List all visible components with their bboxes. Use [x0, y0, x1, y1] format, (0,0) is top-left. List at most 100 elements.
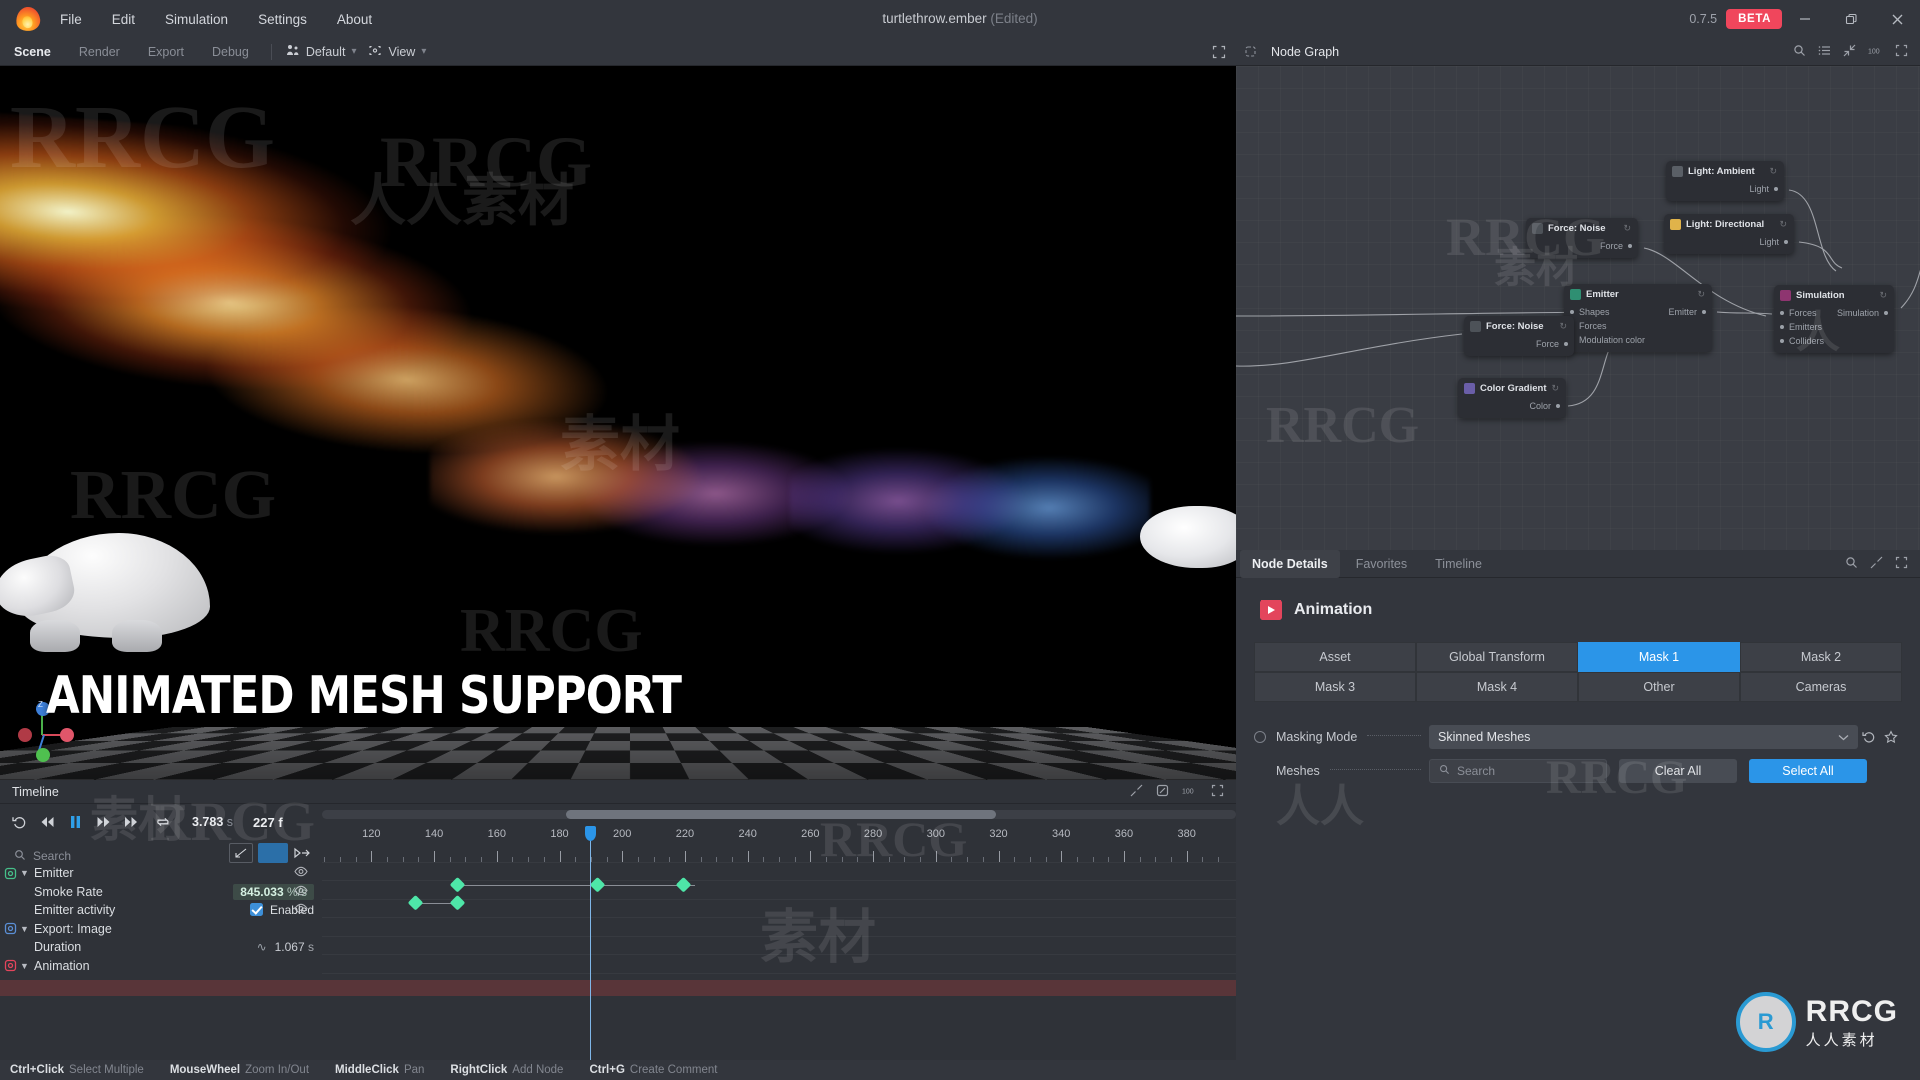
node-graph-canvas[interactable]: Light: Ambient ↻ Light Force: Noise ↻ Force Li…	[1236, 66, 1920, 550]
fullscreen-icon[interactable]	[1895, 44, 1908, 60]
node-refresh-icon[interactable]: ↻	[1779, 219, 1787, 230]
output-pin[interactable]	[1774, 187, 1778, 191]
menu-about[interactable]: About	[335, 9, 374, 30]
tab-favorites[interactable]: Favorites	[1344, 550, 1419, 578]
reset-icon[interactable]	[6, 810, 32, 834]
menu-edit[interactable]: Edit	[110, 9, 137, 30]
keyframe-tool-icon[interactable]	[229, 843, 253, 863]
clear-all-button[interactable]: Clear All	[1619, 759, 1737, 783]
list-icon[interactable]	[1818, 44, 1831, 60]
visibility-icon[interactable]	[294, 885, 308, 899]
output-pin[interactable]	[1628, 244, 1632, 248]
graph-node-force_noise_left[interactable]: Force: Noise ↻ Force	[1464, 316, 1574, 356]
chevron-down-icon[interactable]: ▼	[20, 961, 34, 971]
minimize-icon[interactable]	[1782, 0, 1828, 38]
search-icon[interactable]	[1793, 44, 1806, 60]
node-port-row[interactable]: Shapes Emitter	[1564, 305, 1712, 319]
node-port-row[interactable]: Forces	[1564, 319, 1712, 333]
timeline-range-indicator[interactable]	[258, 843, 288, 863]
output-pin[interactable]	[1702, 310, 1706, 314]
node-refresh-icon[interactable]: ↻	[1697, 289, 1705, 300]
input-pin[interactable]	[1570, 310, 1574, 314]
graph-node-color_gradient[interactable]: Color Gradient ↻ Color	[1458, 378, 1566, 418]
graph-node-force_noise_top[interactable]: Force: Noise ↻ Force	[1526, 218, 1638, 258]
viewport-fullscreen-icon[interactable]	[1212, 45, 1226, 59]
node-port-row[interactable]: Light	[1664, 235, 1794, 249]
section-tab-cameras[interactable]: Cameras	[1740, 672, 1902, 702]
fast-forward-icon[interactable]	[118, 810, 144, 834]
chevron-down-icon[interactable]: ▾	[421, 46, 426, 57]
node-refresh-icon[interactable]: ↻	[1769, 166, 1777, 177]
fullscreen-icon[interactable]	[1211, 784, 1224, 800]
menu-simulation[interactable]: Simulation	[163, 9, 230, 30]
node-port-row[interactable]: Emitters	[1774, 320, 1894, 334]
zoom-100-icon[interactable]: 100	[1868, 44, 1883, 60]
node-port-row[interactable]: Colliders	[1774, 334, 1894, 348]
output-pin[interactable]	[1556, 404, 1560, 408]
node-header[interactable]: Light: Ambient ↻	[1666, 161, 1784, 181]
graph-node-light_ambient[interactable]: Light: Ambient ↻ Light	[1666, 161, 1784, 201]
menu-settings[interactable]: Settings	[256, 9, 309, 30]
row-checkbox[interactable]	[249, 903, 263, 916]
search-icon[interactable]	[1845, 556, 1858, 572]
menu-file[interactable]: File	[58, 9, 84, 30]
input-pin[interactable]	[1780, 311, 1784, 315]
section-tab-asset[interactable]: Asset	[1254, 642, 1416, 672]
graph-node-emitter[interactable]: Emitter ↻ Shapes Emitter Forces Modulation co…	[1564, 284, 1712, 352]
timeline-hscrollbar-thumb[interactable]	[566, 810, 996, 819]
row-value[interactable]: ∿ 1.067 s	[257, 940, 314, 954]
curve-icon[interactable]: ∿	[257, 940, 267, 954]
tab-render[interactable]: Render	[65, 38, 134, 66]
node-header[interactable]: Simulation ↻	[1774, 285, 1894, 305]
tab-debug[interactable]: Debug	[198, 38, 263, 66]
node-port-row[interactable]: Force	[1526, 239, 1638, 253]
step-forward-icon[interactable]	[90, 810, 116, 834]
pause-icon[interactable]	[62, 810, 88, 834]
node-port-row[interactable]: Modulation color	[1564, 333, 1712, 347]
node-header[interactable]: Force: Noise ↻	[1526, 218, 1638, 238]
node-header[interactable]: Light: Directional ↻	[1664, 214, 1794, 234]
tab-timeline[interactable]: Timeline	[1423, 550, 1494, 578]
tab-export[interactable]: Export	[134, 38, 198, 66]
node-refresh-icon[interactable]: ↻	[1559, 321, 1567, 332]
node-port-row[interactable]: Force	[1464, 337, 1574, 351]
timeline-ruler[interactable]: 120 140 160 180 200 220 240 260 280 300 320 340 360 3…	[322, 810, 1236, 862]
reset-icon[interactable]	[1858, 726, 1880, 748]
node-refresh-icon[interactable]: ↻	[1552, 383, 1560, 394]
step-back-icon[interactable]	[34, 810, 60, 834]
mesh-search-input[interactable]: Search	[1429, 759, 1607, 783]
chevron-down-icon[interactable]: ▼	[20, 868, 34, 878]
star-icon[interactable]	[1880, 726, 1902, 748]
visibility-icon[interactable]	[294, 903, 308, 917]
close-icon[interactable]	[1874, 0, 1920, 38]
node-port-row[interactable]: Light	[1666, 182, 1784, 196]
node-header[interactable]: Force: Noise ↻	[1464, 316, 1574, 336]
input-pin[interactable]	[1780, 325, 1784, 329]
section-tab-mask-3[interactable]: Mask 3	[1254, 672, 1416, 702]
masking-mode-select[interactable]: Skinned Meshes	[1429, 725, 1858, 749]
section-tab-other[interactable]: Other	[1578, 672, 1740, 702]
viewport-3d[interactable]: Z RRCG RRCG 人人素材 RRCG 素材 RRCG ANIMATED M…	[0, 66, 1236, 780]
restore-icon[interactable]	[1828, 0, 1874, 38]
tab-scene[interactable]: Scene	[0, 38, 65, 66]
chevron-down-icon[interactable]	[1838, 730, 1849, 744]
section-tab-global-transform[interactable]: Global Transform	[1416, 642, 1578, 672]
graph-node-light_directional[interactable]: Light: Directional ↻ Light	[1664, 214, 1794, 254]
tab-node-details[interactable]: Node Details	[1240, 549, 1340, 578]
fullscreen-icon[interactable]	[1895, 556, 1908, 572]
timeline-row[interactable]: ▼ Animation	[0, 955, 322, 977]
graph-node-simulation[interactable]: Simulation ↻ Forces Simulation Emitters Colli…	[1774, 285, 1894, 353]
panel-handle-icon[interactable]	[1244, 45, 1257, 58]
output-pin[interactable]	[1884, 311, 1888, 315]
chevron-down-icon[interactable]: ▾	[351, 46, 356, 57]
zoom-100-icon[interactable]: 100	[1182, 784, 1198, 800]
node-header[interactable]: Emitter ↻	[1564, 284, 1712, 304]
step-to-icon[interactable]	[288, 843, 316, 863]
visibility-icon[interactable]	[294, 866, 308, 880]
collapse-icon[interactable]	[1843, 44, 1856, 60]
node-port-row[interactable]: Color	[1458, 399, 1566, 413]
section-tab-mask-1[interactable]: Mask 1	[1578, 642, 1740, 672]
collapse-icon[interactable]	[1130, 784, 1143, 800]
input-pin[interactable]	[1780, 339, 1784, 343]
chevron-down-icon[interactable]: ▼	[20, 924, 34, 934]
